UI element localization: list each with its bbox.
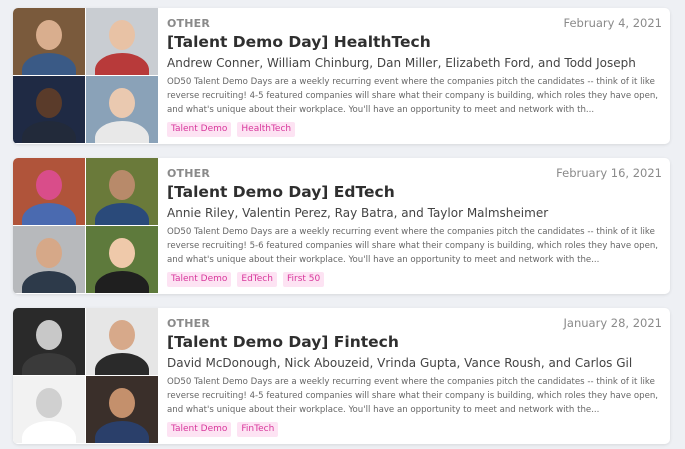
tag-talent-demo[interactable]: Talent Demo [167,122,232,137]
speaker-photo [13,376,85,443]
event-feed: OTHER February 4, 2021 [Talent Demo Day]… [0,0,685,449]
event-description: OD50 Talent Demo Days are a weekly recur… [167,227,659,265]
event-speakers: Annie Riley, Valentin Perez, Ray Batra, … [167,206,549,220]
event-description: OD50 Talent Demo Days are a weekly recur… [167,377,659,415]
event-tags: Talent Demo EdTech First 50 [167,272,325,287]
event-tags: Talent Demo FinTech [167,422,279,437]
event-category: OTHER [167,17,211,30]
speaker-photo [13,8,85,75]
speaker-photo [13,308,85,375]
tag-talent-demo[interactable]: Talent Demo [167,422,232,437]
event-card[interactable]: OTHER February 16, 2021 [Talent Demo Day… [13,158,670,294]
speaker-photo [86,158,158,225]
event-date: January 28, 2021 [563,316,662,330]
event-speakers: David McDonough, Nick Abouzeid, Vrinda G… [167,356,633,370]
event-title[interactable]: [Talent Demo Day] Fintech [167,333,399,351]
event-date: February 4, 2021 [563,16,662,30]
event-title[interactable]: [Talent Demo Day] HealthTech [167,33,431,51]
speaker-photo [86,226,158,293]
speaker-photo-grid [13,308,158,444]
event-tags: Talent Demo HealthTech [167,122,296,137]
event-category: OTHER [167,167,211,180]
speaker-photo-grid [13,158,158,294]
speaker-photo [13,158,85,225]
event-card[interactable]: OTHER January 28, 2021 [Talent Demo Day]… [13,308,670,444]
event-speakers: Andrew Conner, William Chinburg, Dan Mil… [167,56,636,70]
tag-first-50[interactable]: First 50 [282,272,325,287]
speaker-photo [13,76,85,143]
speaker-photo [86,76,158,143]
event-title[interactable]: [Talent Demo Day] EdTech [167,183,395,201]
event-category: OTHER [167,317,211,330]
tag-talent-demo[interactable]: Talent Demo [167,272,232,287]
tag-edtech[interactable]: EdTech [237,272,277,287]
event-date: February 16, 2021 [556,166,662,180]
event-card[interactable]: OTHER February 4, 2021 [Talent Demo Day]… [13,8,670,144]
speaker-photo [86,308,158,375]
speaker-photo [13,226,85,293]
tag-healthtech[interactable]: HealthTech [237,122,296,137]
tag-fintech[interactable]: FinTech [237,422,279,437]
speaker-photo [86,8,158,75]
speaker-photo-grid [13,8,158,144]
event-description: OD50 Talent Demo Days are a weekly recur… [167,77,659,115]
speaker-photo [86,376,158,443]
